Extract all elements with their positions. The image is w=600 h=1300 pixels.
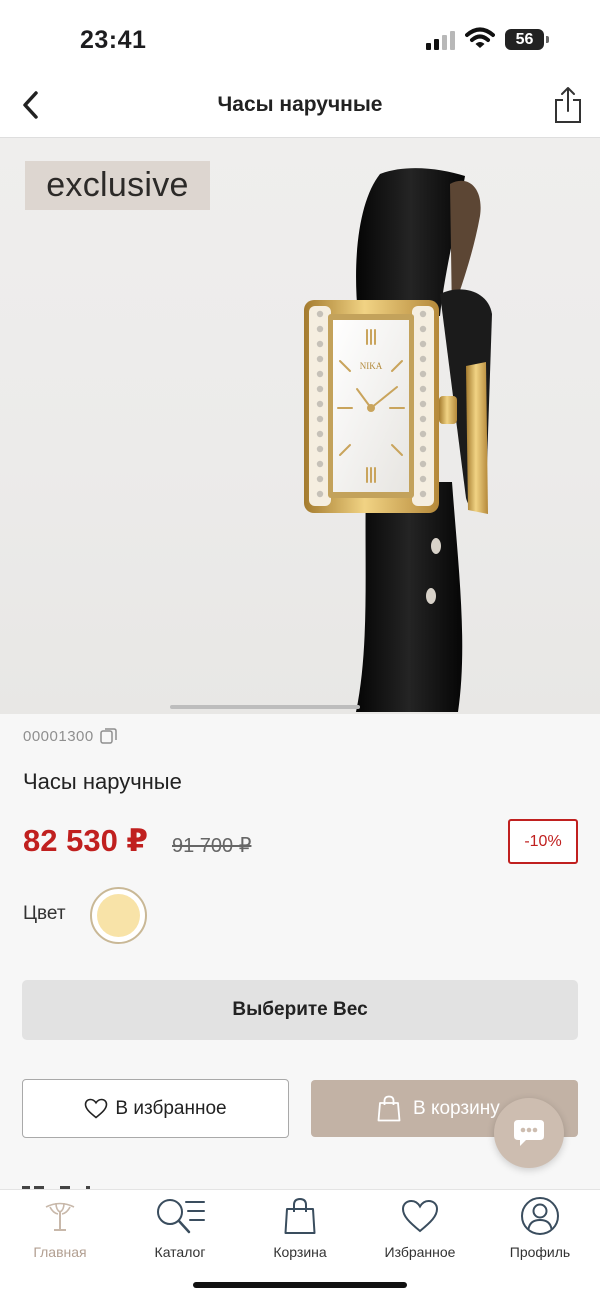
add-to-cart-label: В корзину <box>413 1097 500 1119</box>
tab-profile[interactable]: Профиль <box>480 1196 600 1260</box>
heart-icon <box>401 1199 439 1233</box>
gallery-scroll-indicator <box>170 705 360 709</box>
tab-home-label: Главная <box>33 1244 87 1260</box>
add-to-favorites-button[interactable]: В избранное <box>22 1079 289 1138</box>
chat-bubble-icon <box>514 1120 544 1146</box>
tab-catalog[interactable]: Каталог <box>120 1196 240 1260</box>
chat-button[interactable] <box>494 1098 564 1168</box>
product-image-gallery[interactable]: exclusive NIKA <box>0 138 600 714</box>
discount-badge: -10% <box>508 819 578 864</box>
share-icon <box>555 87 581 123</box>
article-number[interactable]: 00001300 <box>23 727 118 745</box>
article-number-text: 00001300 <box>23 727 94 745</box>
old-price: 91 700 ₽ <box>172 835 252 857</box>
current-price: 82 530 ₽ <box>23 823 148 858</box>
navigation-header: Часы наручные <box>0 72 600 138</box>
shopping-bag-icon <box>284 1197 316 1234</box>
tree-logo-icon <box>45 1202 75 1231</box>
heart-outline-icon <box>85 1098 108 1119</box>
chevron-left-icon <box>23 91 38 119</box>
tab-cart-label: Корзина <box>273 1244 327 1260</box>
select-weight-button[interactable]: Выберите Вес <box>22 980 578 1040</box>
watch-brand-logo: NIKA <box>360 361 383 371</box>
add-to-favorites-label: В избранное <box>115 1097 227 1119</box>
color-label: Цвет <box>23 903 66 924</box>
tab-cart[interactable]: Корзина <box>240 1196 360 1260</box>
page-title: Часы наручные <box>217 93 383 116</box>
copy-icon[interactable] <box>100 727 118 745</box>
status-bar: 23:41 56 <box>0 0 600 72</box>
status-time: 23:41 <box>80 26 147 54</box>
exclusive-badge: exclusive <box>25 161 210 210</box>
back-button[interactable] <box>10 84 50 126</box>
color-swatch-gold[interactable] <box>90 887 147 944</box>
catalog-search-icon <box>157 1199 205 1234</box>
share-button[interactable] <box>548 84 588 126</box>
product-title: Часы наручные <box>23 769 182 794</box>
wifi-icon <box>465 27 495 48</box>
cellular-signal-icon <box>426 31 458 50</box>
battery-indicator: 56 <box>505 29 549 50</box>
tab-favorites-label: Избранное <box>384 1244 456 1260</box>
shopping-bag-icon <box>377 1095 401 1122</box>
tab-favorites[interactable]: Избранное <box>360 1196 480 1260</box>
tab-catalog-label: Каталог <box>154 1244 206 1260</box>
tab-profile-label: Профиль <box>509 1244 571 1260</box>
product-page: 23:41 56 Часы наручные exclusive NIKA 00… <box>0 0 600 1300</box>
product-watch-image: NIKA <box>304 168 492 712</box>
tab-home[interactable]: Главная <box>0 1196 120 1260</box>
profile-icon <box>521 1197 559 1235</box>
home-indicator <box>193 1282 407 1288</box>
